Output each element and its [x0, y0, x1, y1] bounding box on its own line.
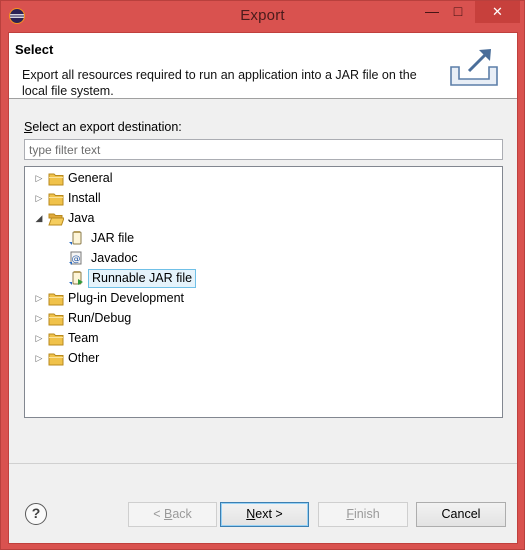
expand-arrow-icon[interactable]: ▷ [34, 349, 44, 368]
export-wizard-banner-icon [450, 49, 498, 86]
finish-button[interactable]: Finish [318, 502, 408, 527]
help-icon[interactable]: ? [25, 503, 47, 525]
expand-arrow-icon[interactable]: ▷ [34, 309, 44, 328]
maximize-button[interactable]: □ [445, 1, 471, 23]
title-bar[interactable]: Export — □ ✕ [1, 1, 524, 32]
close-button[interactable]: ✕ [475, 1, 520, 23]
wizard-header: Select Export all resources required to … [9, 33, 517, 99]
svg-text:@: @ [72, 255, 81, 265]
folder-icon [48, 353, 64, 366]
folder-icon [48, 333, 64, 346]
collapse-arrow-icon[interactable]: ◢ [34, 209, 44, 228]
page-title: Select [15, 42, 54, 57]
footer-separator [9, 463, 517, 464]
tree-node-label: Run/Debug [68, 311, 132, 325]
cancel-button[interactable]: Cancel [416, 502, 506, 527]
folder-icon [48, 293, 64, 306]
next-button[interactable]: Next > [220, 502, 309, 527]
filter-input[interactable] [24, 139, 503, 160]
jar-file-icon [69, 231, 82, 245]
page-description: Export all resources required to run an … [22, 68, 417, 98]
expand-arrow-icon[interactable]: ▷ [34, 329, 44, 348]
tree-node-label: Runnable JAR file [88, 269, 197, 288]
expand-arrow-icon[interactable]: ▷ [34, 289, 44, 308]
tree-node-label: JAR file [91, 231, 135, 245]
dialog-client-area: Select Export all resources required to … [8, 32, 518, 544]
folder-icon [48, 313, 64, 326]
expand-arrow-icon[interactable]: ▷ [34, 169, 44, 188]
folder-icon [48, 193, 64, 206]
folder-icon [48, 173, 64, 186]
tree-node-label: Java [68, 211, 95, 225]
tree-node-label: General [68, 171, 113, 185]
tree-node-label: Javadoc [91, 251, 138, 265]
export-destination-tree[interactable]: ▷ General ▷ Install ◢ Java JAR file @ Ja… [24, 166, 503, 418]
export-destination-label: Select an export destination: [24, 120, 182, 134]
back-button[interactable]: < Back [128, 502, 217, 527]
expand-arrow-icon[interactable]: ▷ [34, 189, 44, 208]
tree-node-label: Plug-in Development [68, 291, 185, 305]
tree-node-label: Other [68, 351, 100, 365]
open-folder-icon [48, 213, 64, 226]
export-dialog: Export — □ ✕ Select Export all resources… [0, 0, 525, 550]
tree-node-label: Install [68, 191, 101, 205]
runnable-jar-icon [69, 271, 83, 285]
tree-node-label: Team [68, 331, 99, 345]
javadoc-icon: @ [69, 251, 82, 265]
minimize-button[interactable]: — [419, 1, 445, 23]
